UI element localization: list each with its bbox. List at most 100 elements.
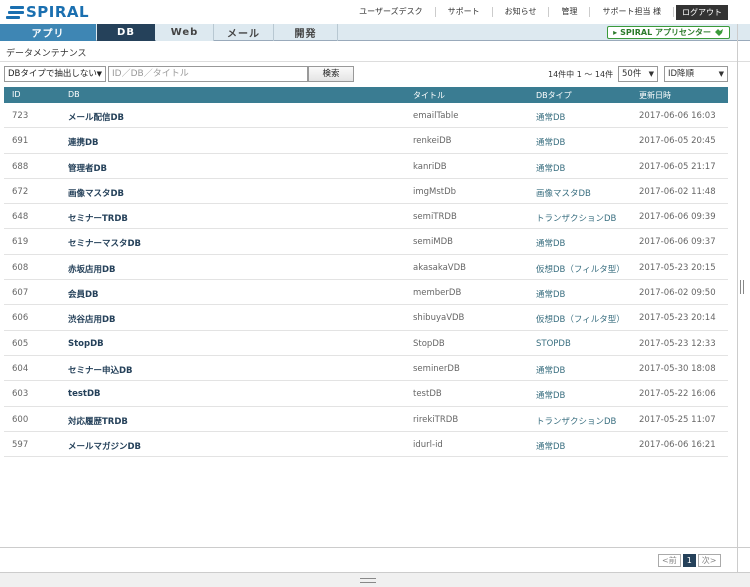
page-number[interactable]: 1 — [682, 554, 696, 567]
row-id: 606 — [12, 313, 29, 324]
main-tabs: アプリ DB Web メール 開発 ▸ SPIRAL アプリセンター — [0, 24, 750, 41]
table-row[interactable]: 672 画像マスタDB imgMstDb 画像マスタDB 2017-06-02 11:4… — [4, 179, 728, 205]
topnav-user-name: サポート担当 様 — [590, 7, 674, 17]
table-header: ID DB タイトル DBタイプ 更新日時 — [4, 87, 728, 103]
row-db-name[interactable]: メール配信DB — [68, 111, 124, 123]
row-title: shibuyaVDB — [413, 313, 465, 324]
row-db-name[interactable]: 画像マスタDB — [68, 187, 124, 199]
tab-appli[interactable]: アプリ — [0, 24, 96, 41]
row-db-name[interactable]: セミナーTRDB — [68, 212, 128, 224]
table-row[interactable]: 648 セミナーTRDB semiTRDB トランザクションDB 2017-06-06 … — [4, 204, 728, 230]
tab-web[interactable]: Web — [156, 24, 214, 41]
row-title: akasakaVDB — [413, 262, 467, 273]
row-db-type: 通常DB — [536, 138, 566, 149]
row-db-name[interactable]: 赤坂店用DB — [68, 263, 116, 275]
tab-mail[interactable]: メール — [214, 24, 274, 41]
header-title[interactable]: タイトル — [413, 90, 445, 101]
row-id: 605 — [12, 338, 29, 349]
row-db-name[interactable]: メールマガジンDB — [68, 440, 141, 452]
row-id: 607 — [12, 288, 29, 299]
row-db-type: 通常DB — [536, 113, 566, 123]
spiral-logo[interactable]: SPIRAL — [6, 3, 90, 21]
table-row[interactable]: 608 赤坂店用DB akasakaVDB 仮想DB（フィルタ型） 2017-05-23… — [4, 255, 728, 281]
chevron-down-icon: ▼ — [718, 70, 724, 78]
prev-page-button[interactable]: <前 — [658, 554, 681, 567]
row-title: testDB — [413, 389, 442, 400]
topnav-support[interactable]: サポート — [436, 7, 493, 17]
row-db-type: 仮想DB（フィルタ型） — [536, 315, 625, 326]
drag-handle-icon[interactable] — [360, 578, 376, 583]
row-updated: 2017-06-06 09:37 — [639, 237, 716, 248]
table-row[interactable]: 606 渋谷店用DB shibuyaVDB 仮想DB（フィルタ型） 2017-05-23… — [4, 305, 728, 331]
row-db-name[interactable]: StopDB — [68, 339, 104, 349]
tab-db[interactable]: DB — [97, 24, 155, 41]
row-id: 597 — [12, 439, 29, 450]
table-row[interactable]: 688 管理者DB kanriDB 通常DB 2017-06-05 21:17 — [4, 154, 728, 179]
table-row[interactable]: 604 セミナー申込DB seminerDB 通常DB 2017-05-30 18:08 — [4, 356, 728, 382]
table-row[interactable]: 607 会員DB memberDB 通常DB 2017-06-02 09:50 — [4, 280, 728, 306]
row-db-name[interactable]: 渋谷店用DB — [68, 313, 116, 325]
row-updated: 2017-05-23 20:15 — [639, 262, 716, 273]
row-id: 688 — [12, 161, 29, 172]
row-title: idurl-id — [413, 439, 443, 450]
row-db-name[interactable]: 会員DB — [68, 288, 99, 300]
resize-handle-icon[interactable] — [740, 280, 744, 294]
row-title: rirekiTRDB — [413, 414, 459, 425]
row-updated: 2017-05-23 20:14 — [639, 313, 716, 324]
table-row[interactable]: 619 セミナーマスタDB semiMDB 通常DB 2017-06-06 09:37 — [4, 229, 728, 255]
brand-name: SPIRAL — [26, 3, 90, 21]
row-db-name[interactable]: 管理者DB — [68, 162, 107, 174]
row-db-name[interactable]: testDB — [68, 389, 101, 399]
row-title: imgMstDb — [413, 186, 457, 197]
app-center-label: SPIRAL アプリセンター — [620, 28, 711, 37]
table-row[interactable]: 723 メール配信DB emailTable 通常DB 2017-06-06 16:03 — [4, 103, 728, 129]
app-center-button[interactable]: ▸ SPIRAL アプリセンター — [607, 26, 730, 39]
row-title: semiMDB — [413, 237, 454, 248]
sort-select[interactable]: ID降順 ▼ — [664, 66, 728, 82]
row-updated: 2017-06-06 09:39 — [639, 212, 716, 223]
footer-bar — [0, 572, 750, 587]
play-arrow-icon: ▸ — [613, 28, 618, 37]
tab-dev[interactable]: 開発 — [274, 24, 338, 41]
table-row[interactable]: 600 対応履歴TRDB rirekiTRDB トランザクションDB 2017-05-2… — [4, 407, 728, 432]
row-db-type: 通常DB — [536, 391, 566, 402]
dbtype-select[interactable]: DBタイプで抽出しない ▼ — [4, 66, 106, 82]
table-row[interactable]: 597 メールマガジンDB idurl-id 通常DB 2017-06-06 16:21 — [4, 432, 728, 458]
topnav-admin[interactable]: 管理 — [549, 7, 591, 17]
row-id: 604 — [12, 363, 29, 374]
row-db-type: 通常DB — [536, 441, 566, 452]
row-updated: 2017-06-02 09:50 — [639, 288, 716, 299]
topnav-users-desk[interactable]: ユーザーズデスク — [347, 7, 436, 17]
per-page-select[interactable]: 50件 ▼ — [618, 66, 658, 82]
row-updated: 2017-06-05 21:17 — [639, 161, 716, 172]
row-db-name[interactable]: 連携DB — [68, 136, 99, 148]
row-db-name[interactable]: 対応履歴TRDB — [68, 415, 128, 427]
row-title: memberDB — [413, 288, 462, 299]
search-button[interactable]: 検索 — [308, 66, 354, 82]
topnav-news[interactable]: お知らせ — [493, 7, 550, 17]
row-id: 603 — [12, 389, 29, 400]
row-db-type: 通常DB — [536, 239, 566, 250]
divider — [737, 24, 738, 572]
table-row[interactable]: 605 StopDB StopDB STOPDB 2017-05-23 12:33 — [4, 331, 728, 356]
row-updated: 2017-05-23 12:33 — [639, 338, 716, 349]
row-db-name[interactable]: セミナー申込DB — [68, 364, 133, 376]
header-db[interactable]: DB — [68, 90, 80, 99]
row-db-type: STOPDB — [536, 338, 571, 349]
row-title: semiTRDB — [413, 212, 457, 223]
row-updated: 2017-05-30 18:08 — [639, 363, 716, 374]
row-title: renkeiDB — [413, 136, 452, 147]
table-row[interactable]: 691 連携DB renkeiDB 通常DB 2017-06-05 20:45 — [4, 128, 728, 154]
search-input[interactable]: ID／DB／タイトル — [108, 66, 308, 82]
row-db-type: 通常DB — [536, 290, 566, 301]
row-db-name[interactable]: セミナーマスタDB — [68, 237, 141, 249]
logout-button[interactable]: ログアウト — [676, 4, 728, 20]
table-row[interactable]: 603 testDB testDB 通常DB 2017-05-22 16:06 — [4, 381, 728, 407]
next-page-button[interactable]: 次> — [697, 554, 721, 567]
header-type[interactable]: DBタイプ — [536, 90, 572, 101]
header-id[interactable]: ID — [12, 90, 21, 99]
table-body: 723 メール配信DB emailTable 通常DB 2017-06-06 16:03… — [4, 103, 728, 458]
puzzle-icon — [715, 29, 723, 36]
row-id: 600 — [12, 414, 29, 425]
header-updated[interactable]: 更新日時 — [639, 90, 671, 101]
